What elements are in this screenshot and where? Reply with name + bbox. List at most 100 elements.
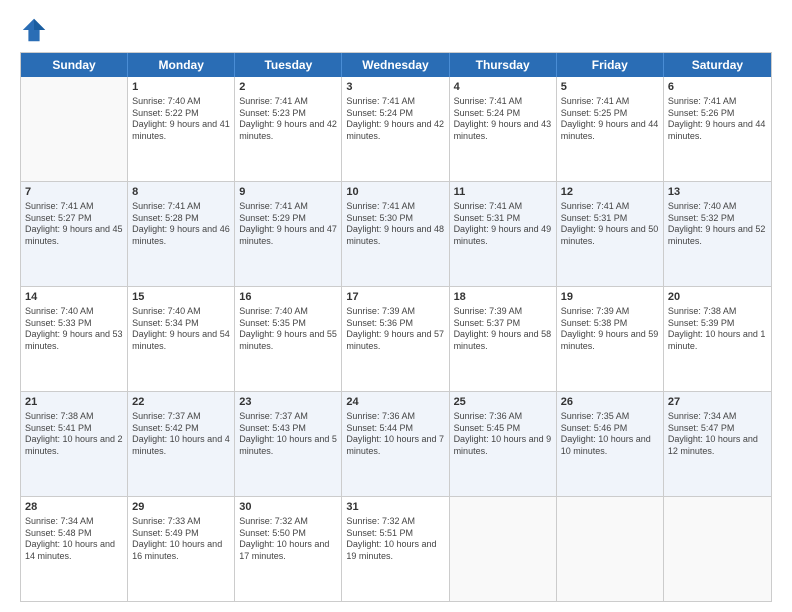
day-cell-10: 10Sunrise: 7:41 AMSunset: 5:30 PMDayligh…: [342, 182, 449, 286]
day-number: 27: [668, 395, 767, 410]
cell-info: Sunrise: 7:33 AMSunset: 5:49 PMDaylight:…: [132, 516, 230, 563]
day-cell-21: 21Sunrise: 7:38 AMSunset: 5:41 PMDayligh…: [21, 392, 128, 496]
day-cell-5: 5Sunrise: 7:41 AMSunset: 5:25 PMDaylight…: [557, 77, 664, 181]
cell-info: Sunrise: 7:41 AMSunset: 5:25 PMDaylight:…: [561, 96, 659, 143]
cell-info: Sunrise: 7:41 AMSunset: 5:30 PMDaylight:…: [346, 201, 444, 248]
day-number: 25: [454, 395, 552, 410]
day-cell-30: 30Sunrise: 7:32 AMSunset: 5:50 PMDayligh…: [235, 497, 342, 601]
day-number: 8: [132, 185, 230, 200]
day-number: 24: [346, 395, 444, 410]
day-cell-27: 27Sunrise: 7:34 AMSunset: 5:47 PMDayligh…: [664, 392, 771, 496]
cell-info: Sunrise: 7:41 AMSunset: 5:31 PMDaylight:…: [561, 201, 659, 248]
day-number: 18: [454, 290, 552, 305]
header-day-thursday: Thursday: [450, 53, 557, 77]
week-row-1: 1Sunrise: 7:40 AMSunset: 5:22 PMDaylight…: [21, 77, 771, 181]
day-cell-14: 14Sunrise: 7:40 AMSunset: 5:33 PMDayligh…: [21, 287, 128, 391]
week-row-3: 14Sunrise: 7:40 AMSunset: 5:33 PMDayligh…: [21, 286, 771, 391]
day-cell-8: 8Sunrise: 7:41 AMSunset: 5:28 PMDaylight…: [128, 182, 235, 286]
empty-cell: [557, 497, 664, 601]
cell-info: Sunrise: 7:41 AMSunset: 5:26 PMDaylight:…: [668, 96, 767, 143]
cell-info: Sunrise: 7:37 AMSunset: 5:43 PMDaylight:…: [239, 411, 337, 458]
day-number: 6: [668, 80, 767, 95]
day-cell-19: 19Sunrise: 7:39 AMSunset: 5:38 PMDayligh…: [557, 287, 664, 391]
day-cell-31: 31Sunrise: 7:32 AMSunset: 5:51 PMDayligh…: [342, 497, 449, 601]
day-cell-24: 24Sunrise: 7:36 AMSunset: 5:44 PMDayligh…: [342, 392, 449, 496]
cell-info: Sunrise: 7:36 AMSunset: 5:45 PMDaylight:…: [454, 411, 552, 458]
day-cell-29: 29Sunrise: 7:33 AMSunset: 5:49 PMDayligh…: [128, 497, 235, 601]
day-number: 11: [454, 185, 552, 200]
cell-info: Sunrise: 7:39 AMSunset: 5:37 PMDaylight:…: [454, 306, 552, 353]
header-day-tuesday: Tuesday: [235, 53, 342, 77]
cell-info: Sunrise: 7:41 AMSunset: 5:23 PMDaylight:…: [239, 96, 337, 143]
day-cell-25: 25Sunrise: 7:36 AMSunset: 5:45 PMDayligh…: [450, 392, 557, 496]
cell-info: Sunrise: 7:40 AMSunset: 5:32 PMDaylight:…: [668, 201, 767, 248]
cell-info: Sunrise: 7:40 AMSunset: 5:35 PMDaylight:…: [239, 306, 337, 353]
day-cell-28: 28Sunrise: 7:34 AMSunset: 5:48 PMDayligh…: [21, 497, 128, 601]
cell-info: Sunrise: 7:37 AMSunset: 5:42 PMDaylight:…: [132, 411, 230, 458]
cell-info: Sunrise: 7:39 AMSunset: 5:36 PMDaylight:…: [346, 306, 444, 353]
day-number: 21: [25, 395, 123, 410]
logo: [20, 16, 52, 44]
day-number: 22: [132, 395, 230, 410]
day-cell-7: 7Sunrise: 7:41 AMSunset: 5:27 PMDaylight…: [21, 182, 128, 286]
week-row-4: 21Sunrise: 7:38 AMSunset: 5:41 PMDayligh…: [21, 391, 771, 496]
day-cell-2: 2Sunrise: 7:41 AMSunset: 5:23 PMDaylight…: [235, 77, 342, 181]
day-number: 1: [132, 80, 230, 95]
cell-info: Sunrise: 7:32 AMSunset: 5:50 PMDaylight:…: [239, 516, 337, 563]
cell-info: Sunrise: 7:34 AMSunset: 5:47 PMDaylight:…: [668, 411, 767, 458]
calendar-header: SundayMondayTuesdayWednesdayThursdayFrid…: [21, 53, 771, 77]
day-number: 15: [132, 290, 230, 305]
week-row-5: 28Sunrise: 7:34 AMSunset: 5:48 PMDayligh…: [21, 496, 771, 601]
day-cell-6: 6Sunrise: 7:41 AMSunset: 5:26 PMDaylight…: [664, 77, 771, 181]
empty-cell: [664, 497, 771, 601]
day-number: 26: [561, 395, 659, 410]
day-cell-23: 23Sunrise: 7:37 AMSunset: 5:43 PMDayligh…: [235, 392, 342, 496]
calendar-body: 1Sunrise: 7:40 AMSunset: 5:22 PMDaylight…: [21, 77, 771, 601]
day-number: 7: [25, 185, 123, 200]
day-number: 19: [561, 290, 659, 305]
day-cell-20: 20Sunrise: 7:38 AMSunset: 5:39 PMDayligh…: [664, 287, 771, 391]
day-cell-9: 9Sunrise: 7:41 AMSunset: 5:29 PMDaylight…: [235, 182, 342, 286]
day-number: 3: [346, 80, 444, 95]
cell-info: Sunrise: 7:40 AMSunset: 5:33 PMDaylight:…: [25, 306, 123, 353]
day-number: 17: [346, 290, 444, 305]
day-cell-26: 26Sunrise: 7:35 AMSunset: 5:46 PMDayligh…: [557, 392, 664, 496]
header-day-wednesday: Wednesday: [342, 53, 449, 77]
day-number: 12: [561, 185, 659, 200]
day-cell-22: 22Sunrise: 7:37 AMSunset: 5:42 PMDayligh…: [128, 392, 235, 496]
header-day-saturday: Saturday: [664, 53, 771, 77]
day-cell-16: 16Sunrise: 7:40 AMSunset: 5:35 PMDayligh…: [235, 287, 342, 391]
day-number: 30: [239, 500, 337, 515]
cell-info: Sunrise: 7:38 AMSunset: 5:41 PMDaylight:…: [25, 411, 123, 458]
cell-info: Sunrise: 7:41 AMSunset: 5:31 PMDaylight:…: [454, 201, 552, 248]
day-cell-18: 18Sunrise: 7:39 AMSunset: 5:37 PMDayligh…: [450, 287, 557, 391]
header-day-sunday: Sunday: [21, 53, 128, 77]
day-cell-13: 13Sunrise: 7:40 AMSunset: 5:32 PMDayligh…: [664, 182, 771, 286]
day-number: 9: [239, 185, 337, 200]
day-number: 13: [668, 185, 767, 200]
day-number: 28: [25, 500, 123, 515]
day-cell-12: 12Sunrise: 7:41 AMSunset: 5:31 PMDayligh…: [557, 182, 664, 286]
header-day-monday: Monday: [128, 53, 235, 77]
cell-info: Sunrise: 7:36 AMSunset: 5:44 PMDaylight:…: [346, 411, 444, 458]
cell-info: Sunrise: 7:41 AMSunset: 5:29 PMDaylight:…: [239, 201, 337, 248]
cell-info: Sunrise: 7:41 AMSunset: 5:28 PMDaylight:…: [132, 201, 230, 248]
cell-info: Sunrise: 7:41 AMSunset: 5:24 PMDaylight:…: [346, 96, 444, 143]
cell-info: Sunrise: 7:40 AMSunset: 5:22 PMDaylight:…: [132, 96, 230, 143]
page: SundayMondayTuesdayWednesdayThursdayFrid…: [0, 0, 792, 612]
day-number: 31: [346, 500, 444, 515]
day-number: 14: [25, 290, 123, 305]
day-cell-4: 4Sunrise: 7:41 AMSunset: 5:24 PMDaylight…: [450, 77, 557, 181]
day-cell-11: 11Sunrise: 7:41 AMSunset: 5:31 PMDayligh…: [450, 182, 557, 286]
day-number: 5: [561, 80, 659, 95]
day-number: 16: [239, 290, 337, 305]
header: [20, 16, 772, 44]
day-number: 20: [668, 290, 767, 305]
cell-info: Sunrise: 7:41 AMSunset: 5:24 PMDaylight:…: [454, 96, 552, 143]
week-row-2: 7Sunrise: 7:41 AMSunset: 5:27 PMDaylight…: [21, 181, 771, 286]
header-day-friday: Friday: [557, 53, 664, 77]
day-cell-15: 15Sunrise: 7:40 AMSunset: 5:34 PMDayligh…: [128, 287, 235, 391]
cell-info: Sunrise: 7:32 AMSunset: 5:51 PMDaylight:…: [346, 516, 444, 563]
day-cell-1: 1Sunrise: 7:40 AMSunset: 5:22 PMDaylight…: [128, 77, 235, 181]
cell-info: Sunrise: 7:40 AMSunset: 5:34 PMDaylight:…: [132, 306, 230, 353]
